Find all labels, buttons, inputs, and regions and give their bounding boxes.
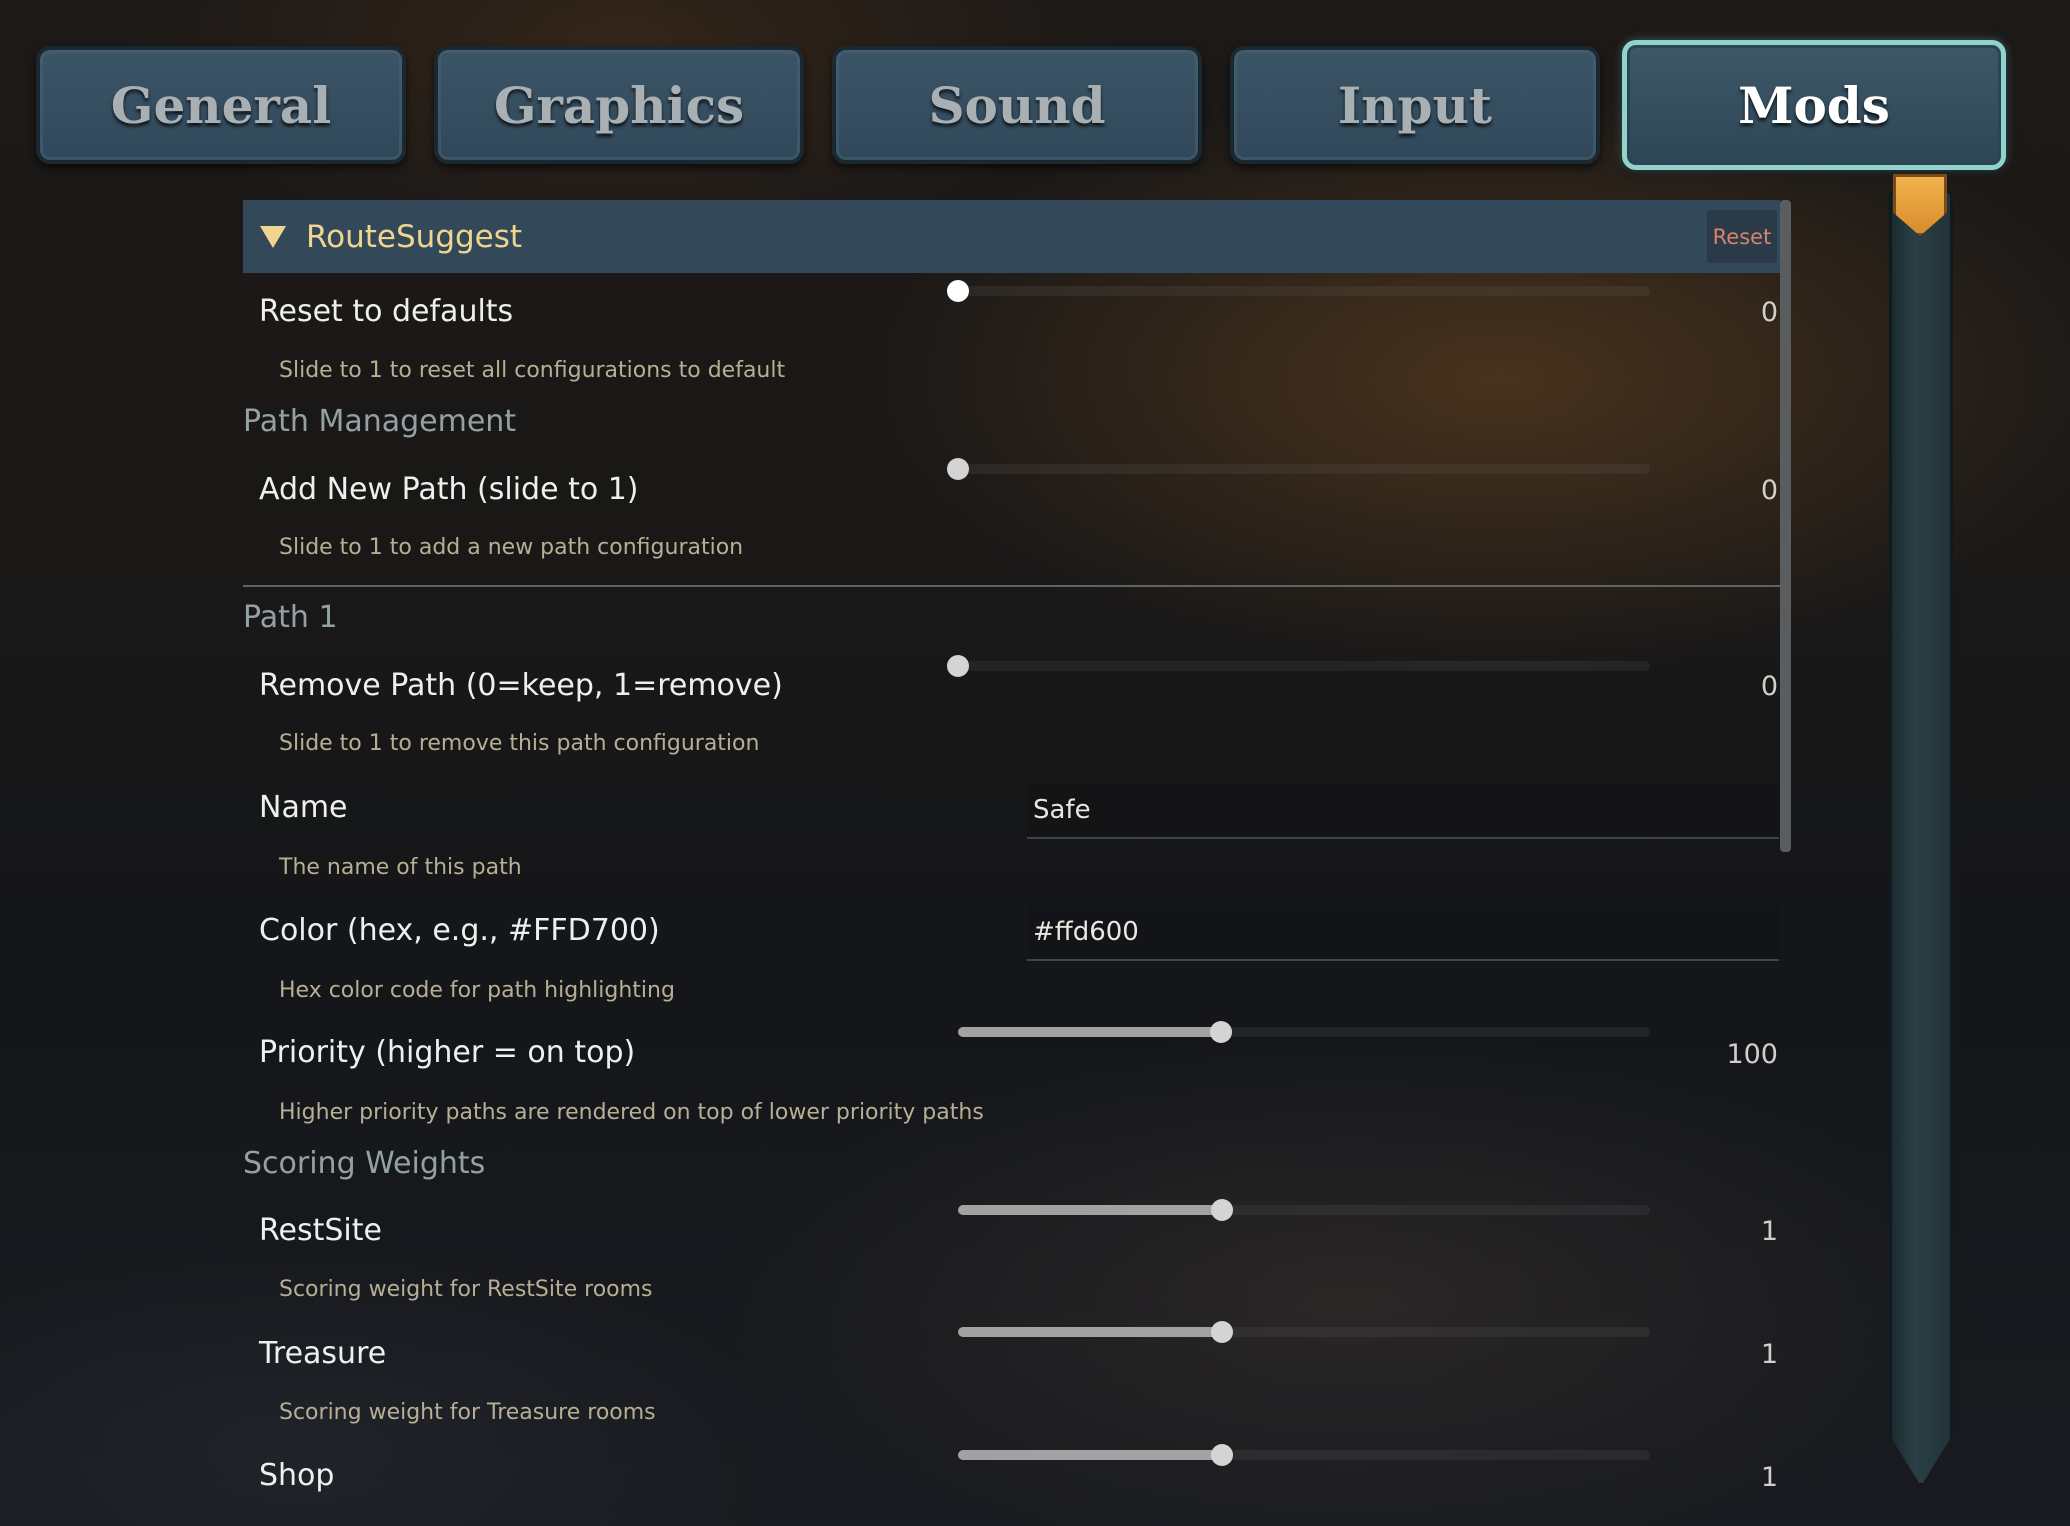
color-label: Color (hex, e.g., #FFD700) xyxy=(259,913,660,948)
remove-path-label: Remove Path (0=keep, 1=remove) xyxy=(259,668,783,703)
restsite-slider[interactable] xyxy=(958,1199,1650,1221)
slider-fill xyxy=(958,1027,1221,1037)
priority-description: Higher priority paths are rendered on to… xyxy=(279,1100,984,1125)
settings-tabs: General Graphics Sound Input Mods xyxy=(36,40,2016,170)
section-header[interactable]: RouteSuggest Reset xyxy=(243,200,1780,273)
shop-value: 1 xyxy=(1760,1462,1778,1493)
add-new-path-slider[interactable] xyxy=(947,458,1650,480)
slider-thumb[interactable] xyxy=(947,280,969,302)
reset-defaults-label: Reset to defaults xyxy=(259,294,514,329)
path-management-heading: Path Management xyxy=(243,404,517,439)
mod-settings-panel: RouteSuggest Reset Reset to defaults 0 S… xyxy=(243,200,1780,1526)
slider-thumb[interactable] xyxy=(1209,1021,1232,1043)
tab-mods[interactable]: Mods xyxy=(1622,40,2006,170)
content-scrollbar[interactable] xyxy=(1780,200,1791,852)
remove-path-value: 0 xyxy=(1760,671,1778,702)
reset-defaults-value: 0 xyxy=(1760,297,1778,328)
section-title: RouteSuggest xyxy=(306,218,523,255)
add-new-path-description: Slide to 1 to add a new path configurati… xyxy=(279,535,744,560)
path-1-heading: Path 1 xyxy=(243,600,338,635)
name-description: The name of this path xyxy=(279,855,522,880)
slider-fill xyxy=(958,1450,1223,1460)
priority-slider[interactable] xyxy=(958,1021,1650,1043)
color-input[interactable]: #ffd600 xyxy=(1027,905,1779,961)
page-scrollbar-track[interactable] xyxy=(1889,190,1953,1486)
remove-path-slider[interactable] xyxy=(947,655,1650,677)
color-description: Hex color code for path highlighting xyxy=(279,978,675,1003)
priority-value: 100 xyxy=(1726,1039,1778,1070)
reset-defaults-slider[interactable] xyxy=(947,280,1650,302)
restsite-description: Scoring weight for RestSite rooms xyxy=(279,1277,653,1302)
name-label: Name xyxy=(259,790,348,825)
slider-thumb[interactable] xyxy=(1211,1321,1234,1343)
shop-slider[interactable] xyxy=(958,1444,1650,1466)
reset-button[interactable]: Reset xyxy=(1707,210,1777,263)
slider-track[interactable] xyxy=(958,464,1650,474)
slider-thumb[interactable] xyxy=(947,458,969,480)
slider-fill xyxy=(958,1327,1223,1337)
treasure-description: Scoring weight for Treasure rooms xyxy=(279,1400,656,1425)
shop-label: Shop xyxy=(259,1458,335,1493)
tab-sound[interactable]: Sound xyxy=(832,46,1202,164)
treasure-value: 1 xyxy=(1760,1339,1778,1370)
treasure-label: Treasure xyxy=(259,1336,387,1371)
tab-input[interactable]: Input xyxy=(1230,46,1600,164)
remove-path-description: Slide to 1 to remove this path configura… xyxy=(279,731,760,756)
slider-fill xyxy=(958,1205,1223,1215)
reset-defaults-description: Slide to 1 to reset all configurations t… xyxy=(279,358,786,383)
slider-thumb[interactable] xyxy=(1211,1444,1234,1466)
add-new-path-value: 0 xyxy=(1760,475,1778,506)
slider-track[interactable] xyxy=(958,661,1650,671)
scoring-weights-heading: Scoring Weights xyxy=(243,1146,486,1181)
slider-thumb[interactable] xyxy=(947,655,969,677)
slider-thumb[interactable] xyxy=(1211,1199,1234,1221)
tab-general[interactable]: General xyxy=(36,46,406,164)
treasure-slider[interactable] xyxy=(958,1321,1650,1343)
priority-label: Priority (higher = on top) xyxy=(259,1035,636,1070)
slider-track[interactable] xyxy=(958,286,1650,296)
divider xyxy=(243,585,1780,587)
caret-down-icon[interactable] xyxy=(260,225,286,248)
restsite-value: 1 xyxy=(1760,1216,1778,1247)
name-input[interactable]: Safe xyxy=(1027,783,1779,839)
add-new-path-label: Add New Path (slide to 1) xyxy=(259,472,639,507)
tab-graphics[interactable]: Graphics xyxy=(434,46,804,164)
restsite-label: RestSite xyxy=(259,1213,382,1248)
